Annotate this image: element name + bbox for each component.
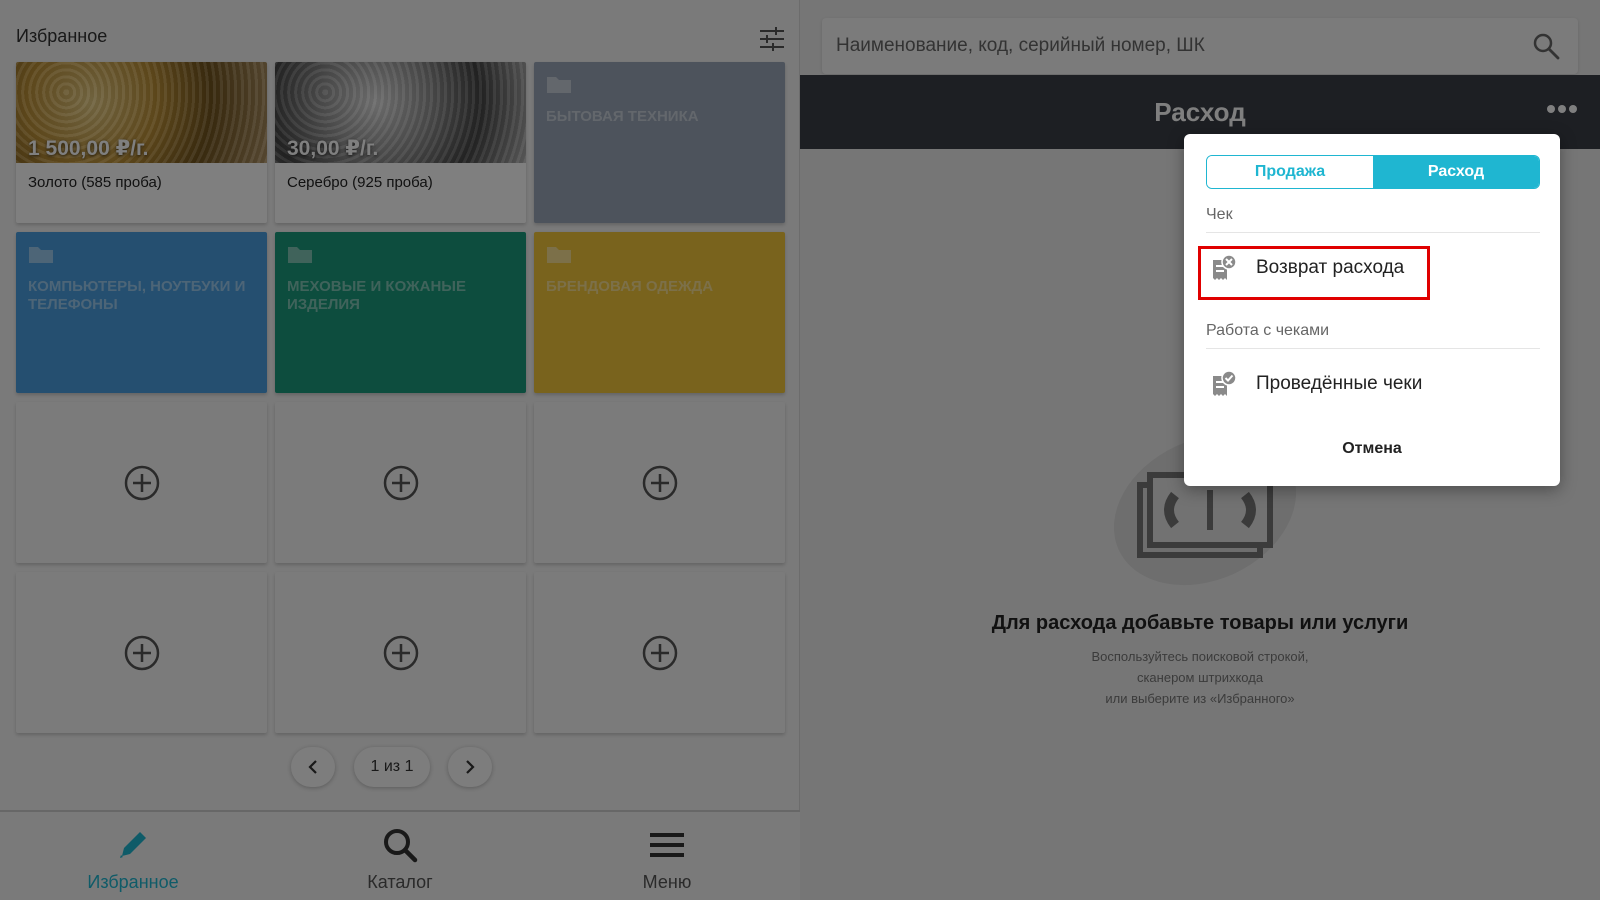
divider [1206,348,1540,349]
document-type-popup: Продажа Расход Чек Возврат расхода Работ… [1184,134,1560,486]
receipt-check-icon [1213,370,1236,396]
segment-expense[interactable]: Расход [1373,156,1539,188]
section-label-work: Работа с чеками [1206,322,1330,339]
segment-sale[interactable]: Продажа [1207,156,1373,188]
menu-item-label: Проведённые чеки [1256,373,1423,394]
highlight-annotation [1198,246,1430,300]
divider [1206,232,1540,233]
document-type-segment: Продажа Расход [1206,155,1540,189]
menu-item-posted-receipts[interactable]: Проведённые чеки [1206,358,1540,410]
section-label-check: Чек [1206,206,1233,223]
cancel-button[interactable]: Отмена [1184,440,1560,458]
